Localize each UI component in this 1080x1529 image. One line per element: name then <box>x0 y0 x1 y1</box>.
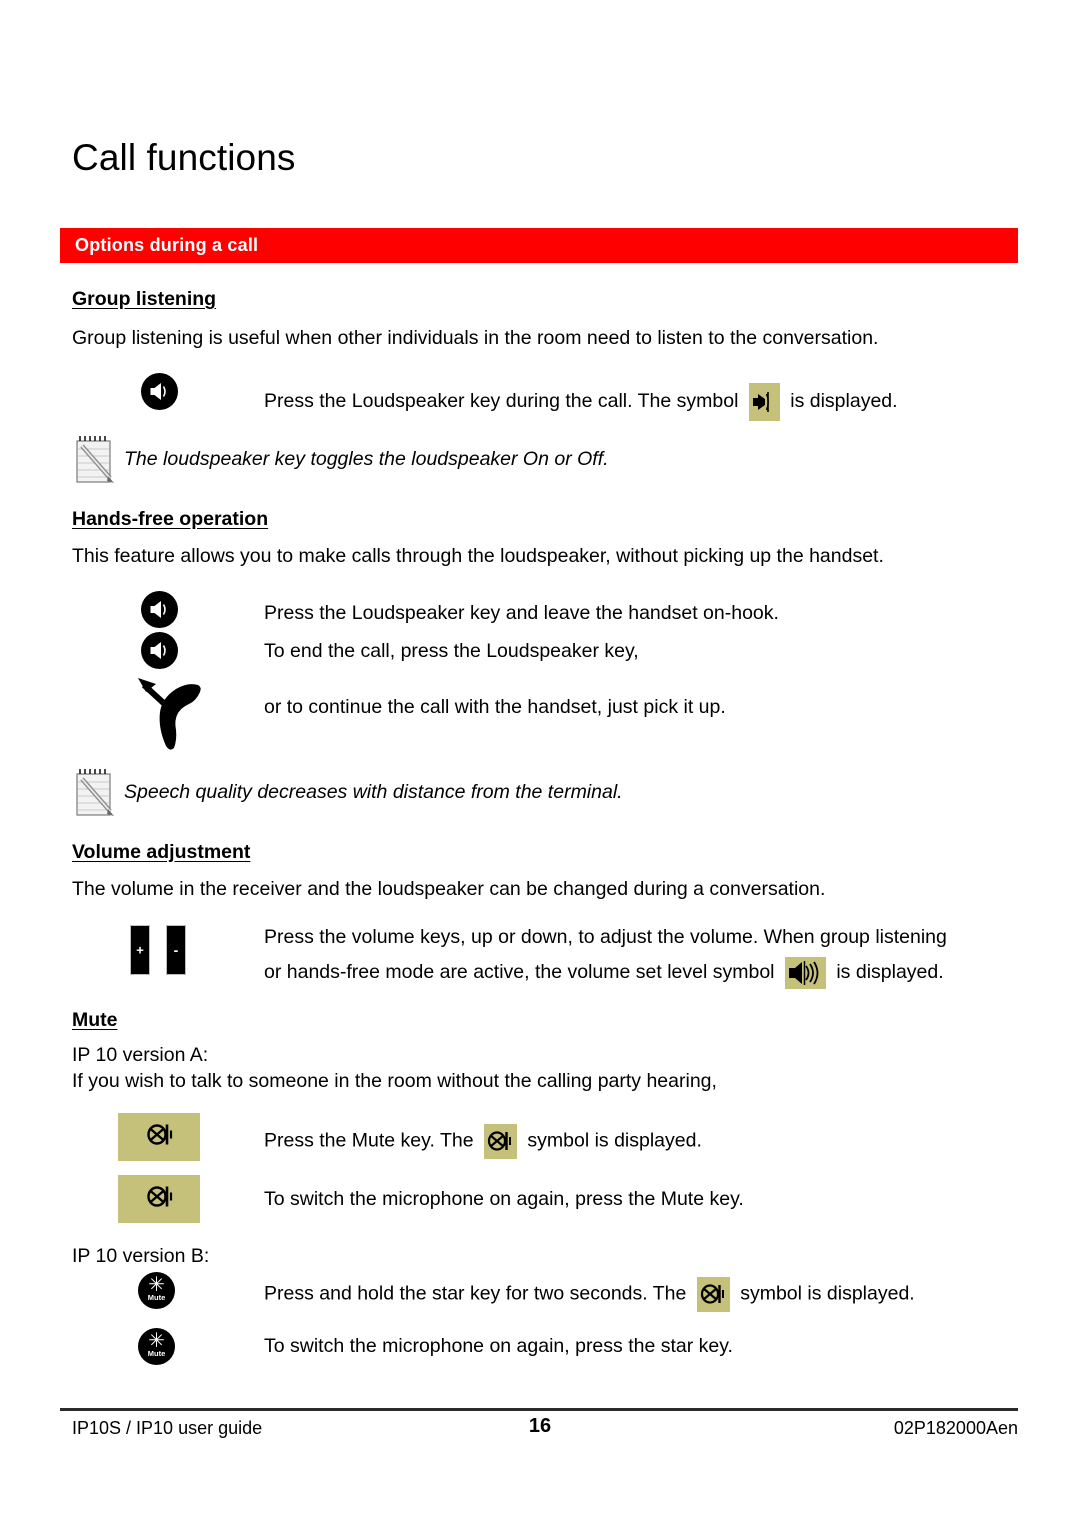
hands-free-note: Speech quality decreases with distance f… <box>124 781 623 803</box>
star-mute-key-glyph: ✳ <box>148 1274 165 1296</box>
volume-level-display-symbol <box>784 957 826 989</box>
section-banner-label: Options during a call <box>75 235 259 255</box>
handset-pickup-icon <box>136 668 216 752</box>
hands-free-step-1: Press the Loudspeaker key and leave the … <box>264 602 779 624</box>
mute-version-a-intro: If you wish to talk to someone in the ro… <box>72 1070 717 1092</box>
footer-document-code: 02P182000Aen <box>893 1418 1018 1438</box>
volume-up-down-keys-icon[interactable]: + - <box>130 925 192 975</box>
footer-divider <box>60 1408 1018 1411</box>
notepad-pencil-icon-2 <box>74 766 118 818</box>
heading-hands-free: Hands-free operation <box>72 508 269 530</box>
group-listening-note: The loudspeaker key toggles the loudspea… <box>124 448 609 470</box>
mute-version-a-step-1: Press the Mute key. The symbol is displa… <box>264 1124 702 1159</box>
mute-display-symbol <box>483 1124 517 1159</box>
loudspeaker-display-symbol <box>748 383 780 421</box>
notepad-pencil-icon <box>74 433 118 485</box>
loudspeaker-key-glyph <box>150 601 166 618</box>
group-listening-step-text-after: is displayed. <box>790 390 898 413</box>
mute-version-b-step-1: Press and hold the star key for two seco… <box>264 1277 915 1312</box>
star-mute-key-caption: Mute <box>147 1293 166 1302</box>
volume-step-line-2-after: is displayed. <box>836 961 944 984</box>
volume-down-key[interactable]: - <box>166 925 186 975</box>
document-page: Call functions Options during a call Gro… <box>0 0 1080 1529</box>
hands-free-step-2: To end the call, press the Loudspeaker k… <box>264 640 639 662</box>
mute-key-icon-2[interactable] <box>118 1175 200 1223</box>
mute-version-a-step-1-before: Press the Mute key. The <box>264 1129 474 1152</box>
mute-version-a-step-1-after: symbol is displayed. <box>527 1129 702 1152</box>
star-mute-key-icon[interactable]: ✳ Mute <box>138 1272 175 1309</box>
volume-down-key-label: - <box>173 942 179 958</box>
heading-mute: Mute <box>72 1009 118 1031</box>
volume-step-line-2-before: or hands-free mode are active, the volum… <box>264 961 775 984</box>
loudspeaker-key-icon-2[interactable] <box>141 591 178 628</box>
volume-up-key-label: + <box>136 942 144 958</box>
mute-version-b-step-2: To switch the microphone on again, press… <box>264 1335 733 1357</box>
loudspeaker-key-glyph <box>150 642 166 659</box>
star-mute-key-glyph: ✳ <box>148 1330 165 1352</box>
loudspeaker-key-icon[interactable] <box>141 373 178 410</box>
volume-adjustment-intro: The volume in the receiver and the louds… <box>72 878 826 900</box>
group-listening-step: Press the Loudspeaker key during the cal… <box>264 383 898 421</box>
volume-up-key[interactable]: + <box>130 925 150 975</box>
hands-free-step-3: or to continue the call with the handset… <box>264 696 726 718</box>
mute-key-icon[interactable] <box>118 1113 200 1161</box>
section-banner: Options during a call <box>60 228 1018 263</box>
mute-key-glyph <box>144 1182 174 1217</box>
heading-volume-adjustment: Volume adjustment <box>72 841 251 863</box>
heading-group-listening: Group listening <box>72 288 217 310</box>
mute-version-b-step-1-before: Press and hold the star key for two seco… <box>264 1282 687 1305</box>
star-mute-key-icon-2[interactable]: ✳ Mute <box>138 1328 175 1365</box>
volume-step-line-2: or hands-free mode are active, the volum… <box>264 957 944 989</box>
group-listening-step-text-before: Press the Loudspeaker key during the cal… <box>264 390 739 413</box>
mute-version-b-label: IP 10 version B: <box>72 1245 210 1267</box>
mute-version-b-step-1-after: symbol is displayed. <box>740 1282 915 1305</box>
mute-version-a-label: IP 10 version A: <box>72 1044 209 1066</box>
loudspeaker-key-glyph <box>150 383 166 400</box>
volume-step-line-1: Press the volume keys, up or down, to ad… <box>264 926 947 948</box>
loudspeaker-key-icon-3[interactable] <box>141 632 178 669</box>
mute-version-a-step-2: To switch the microphone on again, press… <box>264 1188 744 1210</box>
star-mute-key-caption: Mute <box>147 1349 166 1358</box>
mute-key-glyph <box>144 1120 174 1155</box>
page-title: Call functions <box>72 137 296 178</box>
hands-free-intro: This feature allows you to make calls th… <box>72 545 884 567</box>
group-listening-intro: Group listening is useful when other ind… <box>72 327 879 349</box>
mute-display-symbol-2 <box>696 1277 730 1312</box>
